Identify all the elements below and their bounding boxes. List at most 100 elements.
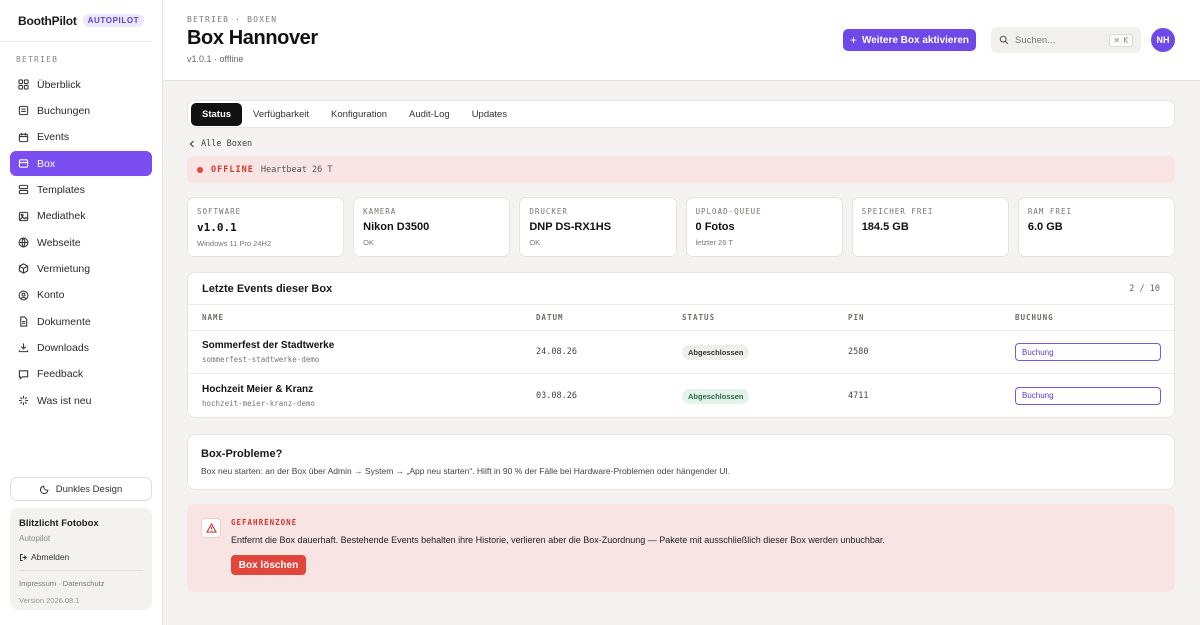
tab-bar: Status Verfügbarkeit Konfiguration Audit… (187, 100, 1175, 128)
package-icon (17, 263, 29, 275)
user-icon (17, 289, 29, 301)
event-pin: 4711 (848, 390, 869, 401)
account-plan: Autopilot (19, 534, 51, 543)
plus-icon: + (849, 33, 857, 47)
booking-button[interactable]: Buchung (1015, 343, 1161, 361)
sidebar-item-mediathek[interactable]: Mediathek (10, 204, 152, 229)
main: BETRIEB · BOXEN Box Hannover v1.0.1 · of… (163, 0, 1200, 625)
stat-card-upload-queue: UPLOAD-QUEUE 0 Fotos letzter 26 T (685, 197, 843, 257)
box-problems-card: Box-Probleme? Box neu starten: an der Bo… (187, 434, 1175, 490)
logout-button[interactable]: Abmelden (19, 552, 143, 562)
page-header: BETRIEB · BOXEN Box Hannover v1.0.1 · of… (163, 0, 1200, 81)
table-header: NAME DATUM STATUS PIN BUCHUNG (188, 305, 1174, 331)
sidebar-item-konto[interactable]: Konto (10, 283, 152, 308)
legal-links: Impressum · Datenschutz (19, 579, 143, 588)
back-link[interactable]: Alle Boxen (187, 136, 1175, 152)
stat-sub: Windows 11 Pro 24H2 (197, 239, 272, 248)
sidebar-item-ueberblick[interactable]: Überblick (10, 72, 152, 97)
download-icon (17, 342, 29, 354)
stat-label: SPEICHER FREI (861, 207, 934, 216)
search-box[interactable]: ⌘ K (991, 27, 1141, 53)
sidebar-item-dokumente[interactable]: Dokumente (10, 309, 152, 334)
sidebar-item-vermietung[interactable]: Vermietung (10, 256, 152, 281)
status-badge: Abgeschlossen (682, 345, 750, 360)
sidebar-item-feedback[interactable]: Feedback (10, 362, 152, 387)
sidebar-item-box[interactable]: Box (10, 151, 152, 177)
tab-updates[interactable]: Updates (461, 103, 518, 126)
logout-icon (20, 553, 27, 561)
datenschutz-link[interactable]: Datenschutz (63, 579, 105, 588)
page-subtitle: v1.0.1 · offline (187, 54, 244, 64)
tab-audit-log[interactable]: Audit-Log (398, 103, 461, 126)
sidebar-section-label: BETRIEB (16, 55, 59, 64)
delete-box-button[interactable]: Box löschen (231, 555, 306, 575)
plan-badge: AUTOPILOT (82, 14, 145, 27)
stat-cards: SOFTWARE v1.0.1 Windows 11 Pro 24H2 KAME… (187, 197, 1176, 257)
sidebar-item-label: Dokumente (37, 315, 91, 328)
logout-label: Abmelden (31, 552, 70, 562)
sidebar-item-label: Box (37, 157, 56, 170)
heartbeat-label: Heartbeat 26 T (260, 164, 333, 175)
booking-button[interactable]: Buchung (1015, 386, 1161, 405)
image-icon (17, 210, 29, 222)
table-row[interactable]: Sommerfest der Stadtwerke sommerfest-sta… (188, 331, 1174, 374)
stat-label: KAMERA (363, 207, 397, 216)
dark-mode-button[interactable]: Dunkles Design (10, 477, 152, 501)
breadcrumb: BETRIEB · BOXEN (187, 15, 278, 24)
sidebar-item-templates[interactable]: Templates (10, 177, 152, 202)
warning-icon (201, 518, 221, 538)
sidebar: BoothPilot AUTOPILOT BETRIEB Überblick B… (0, 0, 163, 625)
account-name: Blitzlicht Fotobox (19, 518, 99, 529)
sidebar-item-events[interactable]: Events (10, 125, 152, 150)
stat-card-drucker: DRUCKER DNP DS-RX1HS OK (519, 197, 677, 257)
sidebar-item-webseite[interactable]: Webseite (10, 230, 152, 255)
stat-card-kamera: KAMERA Nikon D3500 OK (353, 197, 511, 257)
box-problems-text: Box neu starten: an der Box über Admin →… (201, 466, 731, 476)
event-name: Sommerfest der Stadtwerke (202, 340, 335, 351)
back-link-label: Alle Boxen (201, 139, 253, 149)
status-badge: Abgeschlossen (682, 388, 750, 404)
search-icon (999, 35, 1009, 45)
tab-verfuegbarkeit[interactable]: Verfügbarkeit (242, 103, 320, 126)
brand-name: BoothPilot (18, 13, 77, 28)
avatar[interactable]: NH (1151, 28, 1175, 52)
event-date: 03.08.26 (536, 390, 577, 401)
account-card: Blitzlicht Fotobox Autopilot Abmelden Im… (10, 508, 152, 610)
sidebar-item-label: Events (37, 131, 70, 144)
events-header: Letzte Events dieser Box 2 / 10 (188, 273, 1174, 305)
sidebar-item-label: Mediathek (37, 210, 86, 223)
stat-value: 6.0 GB (1027, 221, 1063, 233)
activate-box-label: Weitere Box aktivieren (861, 34, 970, 46)
stat-label: UPLOAD-QUEUE (695, 207, 762, 216)
search-input[interactable] (1015, 34, 1105, 46)
sidebar-item-was-ist-neu[interactable]: Was ist neu (10, 388, 152, 413)
event-booking-cell: Buchung (1015, 343, 1161, 361)
tab-status[interactable]: Status (191, 102, 243, 126)
danger-zone-text: Entfernt die Box dauerhaft. Bestehende E… (231, 535, 885, 545)
event-status-cell: Abgeschlossen (682, 344, 848, 360)
stat-label: SOFTWARE (197, 207, 242, 216)
stat-value: 0 Fotos (695, 221, 735, 233)
moon-icon (39, 485, 49, 494)
sidebar-item-label: Webseite (37, 236, 81, 249)
sidebar-item-downloads[interactable]: Downloads (10, 335, 152, 360)
layers-icon (17, 184, 29, 196)
danger-zone-label: GEFAHRENZONE (231, 518, 298, 527)
event-name: Hochzeit Meier & Kranz (202, 383, 314, 395)
status-dot (197, 166, 203, 173)
column-header: PIN (848, 313, 865, 322)
table-row[interactable]: Hochzeit Meier & Kranz hochzeit-meier-kr… (188, 374, 1174, 417)
activate-box-button[interactable]: + Weitere Box aktivieren (843, 29, 976, 51)
column-header: NAME (202, 313, 225, 322)
brand[interactable]: BoothPilot AUTOPILOT (0, 0, 152, 42)
sidebar-item-label: Downloads (37, 341, 89, 354)
sidebar-item-buchungen[interactable]: Buchungen (10, 98, 152, 123)
content: Status Verfügbarkeit Konfiguration Audit… (187, 100, 1176, 592)
tab-konfiguration[interactable]: Konfiguration (320, 103, 398, 126)
stat-sub: OK (363, 238, 375, 247)
chevron-left-icon (189, 140, 194, 148)
stat-card-ram: RAM FREI 6.0 GB (1017, 197, 1176, 257)
version-label: Version 2026.08.1 (19, 596, 80, 605)
status-banner: OFFLINE Heartbeat 26 T (187, 156, 1175, 183)
impressum-link[interactable]: Impressum (19, 579, 56, 588)
